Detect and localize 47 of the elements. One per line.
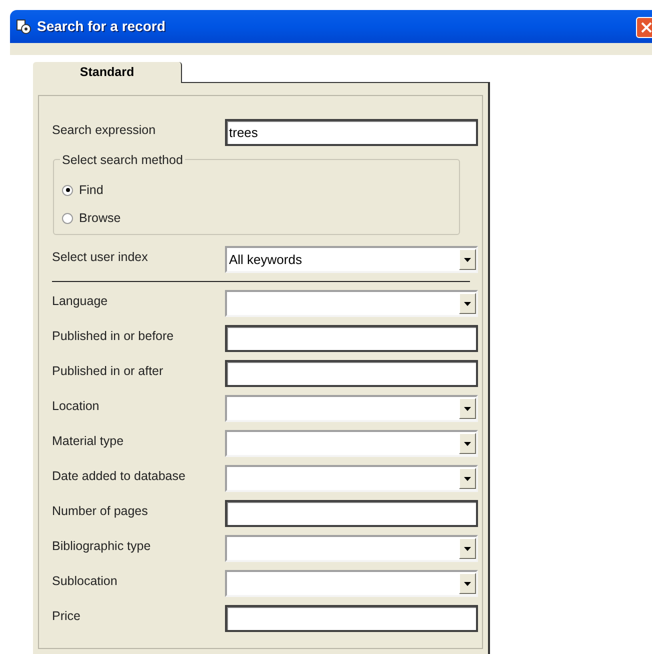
field-label: Search expression: [52, 122, 157, 139]
dropdown-button[interactable]: [459, 398, 476, 419]
dropdown-field[interactable]: [225, 395, 478, 422]
caret-icon: [464, 476, 471, 480]
field-label: Price: [52, 608, 82, 625]
dropdown-button[interactable]: [459, 293, 476, 314]
text-field[interactable]: [225, 325, 478, 352]
radio-button[interactable]: [62, 184, 73, 196]
dropdown-button[interactable]: [459, 249, 476, 270]
dropdown-field[interactable]: All keywords: [225, 246, 478, 273]
dropdown-button[interactable]: [459, 573, 476, 594]
radio-button[interactable]: [62, 212, 73, 224]
caret-icon: [464, 582, 471, 586]
radio-option[interactable]: Find: [62, 176, 459, 204]
tab[interactable]: Standard: [33, 62, 182, 83]
caret-icon: [464, 442, 471, 446]
radio-option[interactable]: Browse: [62, 204, 459, 232]
field-label: Date added to database: [52, 468, 186, 485]
dropdown-button[interactable]: [459, 538, 476, 559]
window-title: Search for a record: [37, 17, 166, 36]
app-icon: [16, 18, 32, 34]
caret-icon: [464, 406, 471, 410]
text-field[interactable]: [225, 360, 478, 387]
dropdown-field[interactable]: [225, 465, 478, 492]
caret-icon: [464, 258, 471, 262]
dropdown-button[interactable]: [459, 468, 476, 489]
field-label: Published in or before: [52, 328, 175, 345]
field-label: Language: [52, 293, 109, 310]
field-label: Select user index: [52, 249, 149, 266]
field-label: Location: [52, 398, 100, 415]
caret-icon: [464, 302, 471, 306]
text-field[interactable]: trees: [225, 119, 478, 146]
dropdown-field[interactable]: [225, 430, 478, 457]
dropdown-field[interactable]: [225, 290, 478, 317]
field-label: Bibliographic type: [52, 538, 152, 555]
field-label: Material type: [52, 433, 125, 450]
close-icon: [641, 22, 652, 33]
field-label: Number of pages: [52, 503, 149, 520]
text-field[interactable]: [225, 605, 478, 632]
dropdown-field[interactable]: [225, 535, 478, 562]
text-field[interactable]: [225, 500, 478, 527]
caret-icon: [464, 546, 471, 550]
close-button[interactable]: [636, 17, 652, 38]
field-label: Published in or after: [52, 363, 164, 380]
field-label: Sublocation: [52, 573, 118, 590]
dropdown-button[interactable]: [459, 433, 476, 454]
dropdown-field[interactable]: [225, 570, 478, 597]
